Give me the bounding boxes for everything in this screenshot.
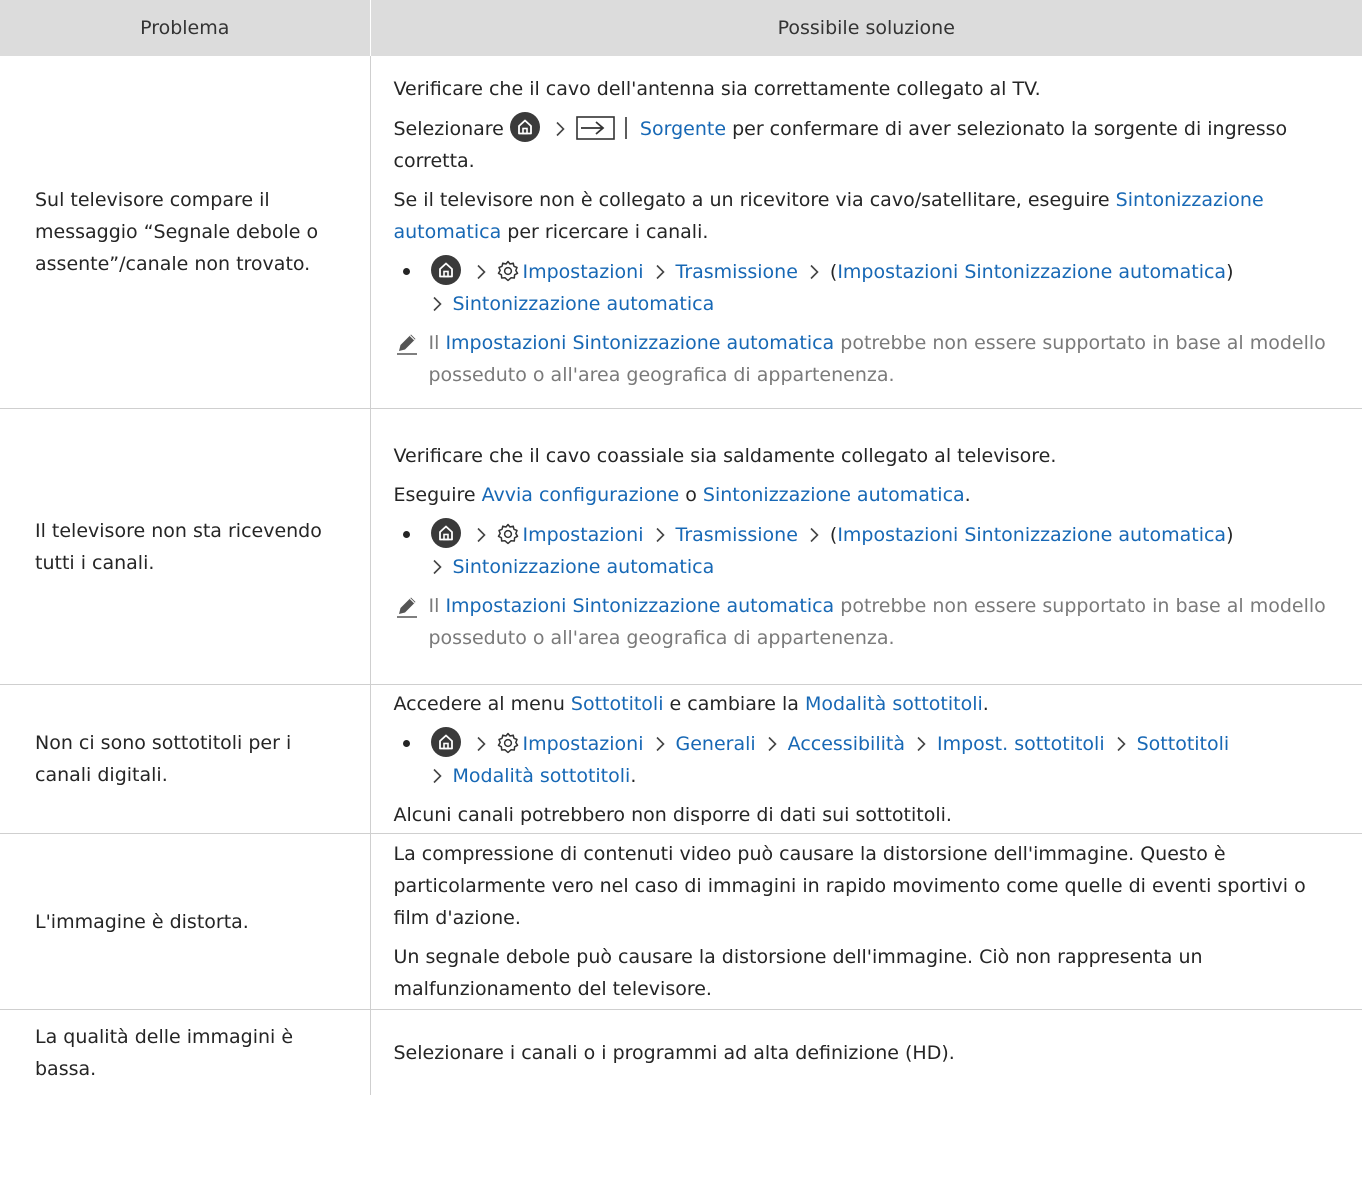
chevron-right-icon (1117, 736, 1126, 751)
link-sintonizzazione-automatica[interactable]: Sintonizzazione automatica (703, 484, 965, 506)
solution-paragraph: Alcuni canali potrebbero non disporre di… (393, 803, 952, 826)
link-impostazioni[interactable]: Impostazioni (523, 733, 644, 755)
chevron-right-icon (476, 527, 486, 542)
chevron-right-icon (432, 559, 442, 574)
troubleshooting-table: Problema Possibile soluzione Sul televis… (0, 0, 1362, 1095)
link-impostazioni-sintonizzazione-automatica[interactable]: Impostazioni Sintonizzazione automatica (445, 595, 834, 617)
menu-path-bullet: Impostazioni Trasmissione (Impostazioni Si… (394, 255, 1362, 320)
chevron-right-icon (655, 264, 665, 280)
link-modalita-sottotitoli[interactable]: Modalità sottotitoli (805, 693, 983, 715)
chevron-right-icon (917, 736, 926, 751)
home-icon (430, 517, 461, 548)
solution-paragraph: Accedere al menu Sottotitoli e cambiare … (393, 692, 989, 715)
chevron-right-icon (556, 121, 565, 137)
solution-paragraph: Selezionare i canali o i programmi ad al… (393, 1041, 955, 1064)
link-sintonizzazione-automatica[interactable]: Sintonizzazione automatica (453, 293, 715, 315)
link-sorgente[interactable]: Sorgente (640, 118, 726, 140)
table-row: Non ci sono sottotitoli per i canali dig… (0, 684, 1362, 834)
link-trasmissione[interactable]: Trasmissione (676, 524, 798, 546)
link-sottotitoli[interactable]: Sottotitoli (1137, 733, 1230, 755)
note: Il Impostazioni Sintonizzazione automati… (394, 327, 1362, 391)
solution-paragraph: Verificare che il cavo coassiale sia sal… (393, 444, 1057, 467)
gear-icon (497, 260, 518, 282)
home-icon (430, 726, 461, 757)
chevron-right-icon (476, 264, 486, 280)
table-row: L'immagine è distorta. La compressione d… (0, 833, 1362, 1010)
solution-paragraph: Selezionare Sorgente per confermare di a… (394, 112, 1362, 177)
link-impostazioni-sintonizzazione-automatica[interactable]: Impostazioni Sintonizzazione automatica (837, 261, 1226, 283)
note: Il Impostazioni Sintonizzazione automati… (394, 590, 1362, 654)
link-impost-sottotitoli[interactable]: Impost. sottotitoli (937, 733, 1105, 755)
link-impostazioni[interactable]: Impostazioni (523, 524, 644, 546)
table-row: Il televisore non sta ricevendo tutti i … (0, 408, 1362, 685)
link-impostazioni-sintonizzazione-automatica[interactable]: Impostazioni Sintonizzazione automatica (445, 332, 834, 354)
link-avvia-configurazione[interactable]: Avvia configurazione (482, 484, 680, 506)
chevron-right-icon (476, 736, 486, 751)
home-icon (430, 255, 461, 285)
problem-cell: L'immagine è distorta. (0, 833, 371, 1010)
chevron-right-icon (655, 736, 665, 751)
gear-icon (497, 523, 518, 544)
home-icon (509, 112, 540, 142)
solution-cell: Verificare che il cavo coassiale sia sal… (370, 409, 1362, 685)
header-solution: Possibile soluzione (370, 0, 1362, 56)
table-row: Sul televisore compare il messaggio “Seg… (0, 56, 1362, 409)
link-sintonizzazione-automatica[interactable]: Sintonizzazione automatica (453, 556, 715, 578)
link-impostazioni[interactable]: Impostazioni (523, 261, 644, 283)
problem-cell: Sul televisore compare il messaggio “Seg… (0, 56, 371, 409)
solution-paragraph: La compressione di contenuti video può c… (393, 843, 1306, 929)
link-generali[interactable]: Generali (676, 733, 756, 755)
solution-cell: Selezionare i canali o i programmi ad al… (370, 1010, 1362, 1096)
chevron-right-icon (432, 296, 442, 312)
problem-cell: La qualità delle immagini è bassa. (0, 1009, 371, 1095)
solution-cell: La compressione di contenuti video può c… (370, 834, 1362, 1010)
solution-paragraph: Verificare che il cavo dell'antenna sia … (393, 78, 1041, 100)
source-input-icon (576, 116, 627, 140)
link-trasmissione[interactable]: Trasmissione (676, 261, 798, 283)
chevron-right-icon (768, 736, 777, 751)
link-modalita-sottotitoli[interactable]: Modalità sottotitoli (453, 765, 631, 787)
link-sottotitoli[interactable]: Sottotitoli (571, 693, 664, 715)
solution-paragraph: Se il televisore non è collegato a un ri… (393, 189, 1264, 243)
solution-paragraph: Eseguire Avvia configurazione o Sintoniz… (393, 483, 971, 506)
solution-cell: Accedere al menu Sottotitoli e cambiare … (370, 685, 1362, 834)
problem-cell: Il televisore non sta ricevendo tutti i … (0, 408, 371, 685)
table-row: La qualità delle immagini è bassa. Selez… (0, 1009, 1362, 1096)
chevron-right-icon (655, 527, 665, 542)
chevron-right-icon (432, 768, 442, 783)
chevron-right-icon (810, 527, 819, 542)
menu-path-bullet: Impostazioni Trasmissione (Impostazioni Si… (394, 517, 1362, 583)
link-impostazioni-sintonizzazione-automatica[interactable]: Impostazioni Sintonizzazione automatica (837, 524, 1226, 546)
solution-cell: Verificare che il cavo dell'antenna sia … (370, 56, 1362, 409)
gear-icon (497, 732, 518, 753)
problem-cell: Non ci sono sottotitoli per i canali dig… (0, 684, 371, 834)
table-header-row: Problema Possibile soluzione (0, 0, 1362, 56)
solution-paragraph: Un segnale debole può causare la distors… (393, 946, 1203, 1000)
pencil-note-icon (396, 597, 417, 618)
chevron-right-icon (810, 264, 819, 280)
menu-path-bullet: Impostazioni Generali Accessibilità Impost.… (394, 726, 1362, 792)
header-problem: Problema (0, 0, 371, 56)
pencil-note-icon (396, 334, 417, 355)
link-accessibilita[interactable]: Accessibilità (788, 733, 905, 755)
